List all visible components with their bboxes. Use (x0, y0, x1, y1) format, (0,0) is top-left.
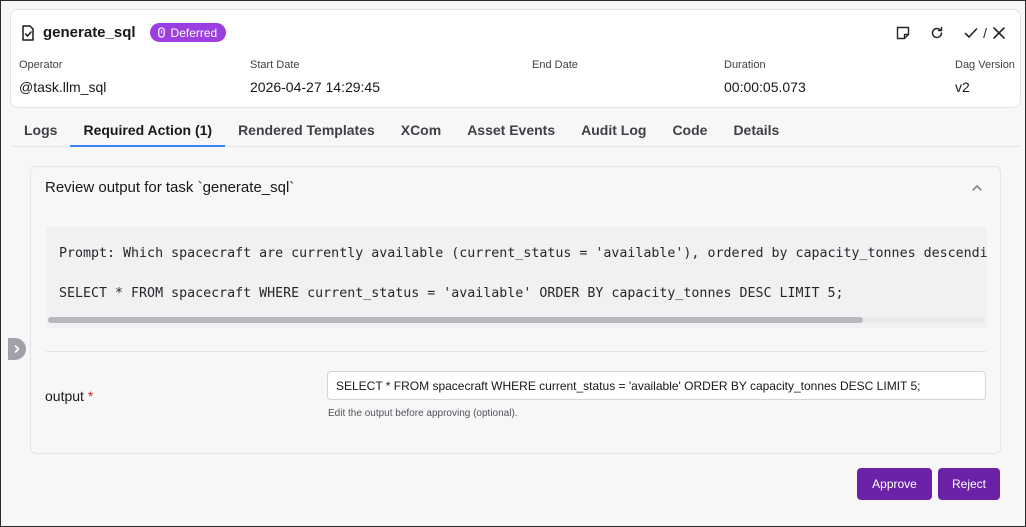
tab-logs[interactable]: Logs (11, 113, 70, 147)
meta-label: Duration (724, 59, 766, 71)
meta-value: v2 (955, 79, 970, 95)
tab-asset-events[interactable]: Asset Events (454, 113, 568, 147)
prompt-code-block: Prompt: Which spacecraft are currently a… (46, 227, 987, 328)
note-icon (896, 26, 910, 40)
meta-dag-version: Dag Version v2 (955, 59, 1015, 95)
title-row: generate_sql Deferred (21, 23, 227, 42)
meta-label: Start Date (250, 59, 300, 71)
mark-success-button[interactable] (962, 24, 980, 42)
horizontal-scrollbar[interactable] (48, 317, 985, 323)
refresh-icon (931, 26, 943, 39)
tab-xcom[interactable]: XCom (388, 113, 454, 147)
reject-button[interactable]: Reject (938, 468, 1000, 500)
panel-title: Review output for task `generate_sql` (45, 179, 295, 196)
output-label: output * (45, 388, 93, 404)
mark-failed-button[interactable] (990, 24, 1008, 42)
meta-label: Dag Version (955, 59, 1015, 71)
expand-sidebar-button[interactable] (8, 338, 26, 360)
helper-text: Edit the output before approving (option… (328, 408, 518, 419)
meta-value: 00:00:05.073 (724, 79, 806, 95)
meta-label: End Date (532, 59, 578, 71)
document-check-icon (22, 24, 34, 41)
tab-required-action[interactable]: Required Action (1) (70, 113, 226, 147)
tab-rendered-templates[interactable]: Rendered Templates (225, 113, 388, 147)
review-panel: Review output for task `generate_sql` Pr… (30, 166, 1001, 454)
refresh-button[interactable] (928, 24, 946, 42)
output-label-text: output (45, 388, 84, 404)
output-field[interactable] (327, 371, 986, 400)
meta-end-date: End Date (532, 59, 578, 79)
divider (46, 351, 986, 352)
close-icon (993, 27, 1005, 39)
task-title: generate_sql (43, 24, 136, 41)
clock-icon (157, 27, 165, 38)
tab-bar: Logs Required Action (1) Rendered Templa… (11, 113, 1021, 147)
sql-line: SELECT * FROM spacecraft WHERE current_s… (59, 286, 844, 301)
add-note-button[interactable] (894, 24, 912, 42)
required-mark: * (87, 388, 94, 404)
tab-details[interactable]: Details (720, 113, 792, 147)
task-header-card: generate_sql Deferred / Operator @task.l… (10, 9, 1021, 108)
tab-audit-log[interactable]: Audit Log (568, 113, 659, 147)
meta-value: @task.llm_sql (19, 79, 107, 95)
meta-operator: Operator @task.llm_sql (19, 59, 106, 95)
header-actions: / (894, 24, 1008, 42)
app-frame: generate_sql Deferred / Operator @task.l… (0, 0, 1026, 527)
status-badge-label: Deferred (170, 25, 218, 40)
tab-code[interactable]: Code (659, 113, 720, 147)
approve-button[interactable]: Approve (857, 468, 932, 500)
chevron-right-icon (14, 345, 20, 353)
meta-label: Operator (19, 59, 63, 71)
actions-separator: / (983, 25, 987, 41)
prompt-line: Prompt: Which spacecraft are currently a… (59, 246, 987, 261)
scrollbar-thumb[interactable] (48, 317, 863, 323)
meta-start-date: Start Date 2026-04-27 14:29:45 (250, 59, 380, 95)
status-badge: Deferred (149, 23, 227, 42)
meta-duration: Duration 00:00:05.073 (724, 59, 806, 95)
chevron-up-icon[interactable] (970, 181, 984, 195)
meta-value: 2026-04-27 14:29:45 (250, 79, 380, 95)
check-icon (964, 28, 978, 38)
